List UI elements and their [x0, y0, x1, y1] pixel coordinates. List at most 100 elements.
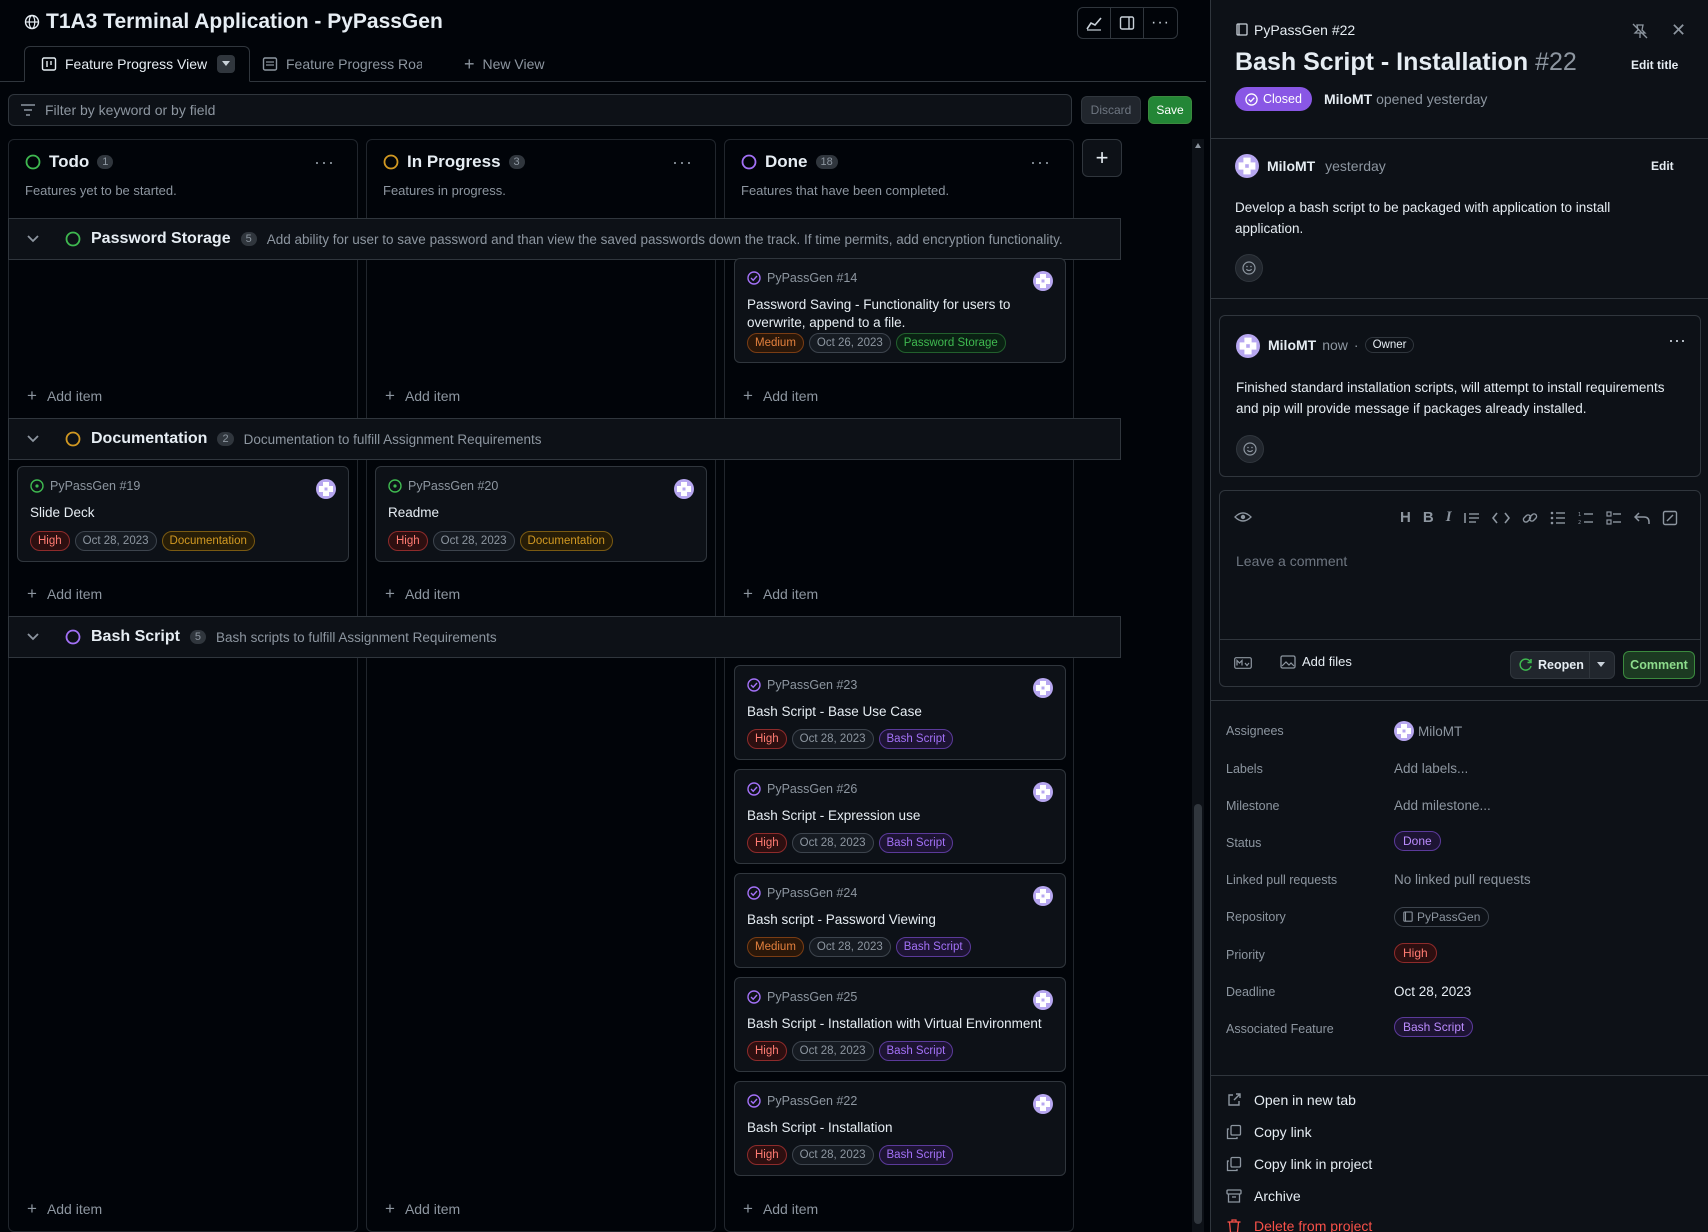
issue-card[interactable]: PyPassGen #24 Bash script - Password Vie…	[734, 873, 1066, 968]
card-title[interactable]: Readme	[388, 504, 692, 522]
priority-value[interactable]: High	[1394, 943, 1437, 963]
chevron-down-icon[interactable]	[27, 235, 39, 243]
card-ref[interactable]: PyPassGen #14	[747, 271, 857, 285]
board-scrollbar[interactable]	[1192, 139, 1204, 1232]
issue-card[interactable]: PyPassGen #26 Bash Script - Expression u…	[734, 769, 1066, 864]
milestone-value[interactable]: Add milestone...	[1394, 798, 1491, 813]
preview-eye-icon[interactable]	[1234, 511, 1252, 523]
add-item-button[interactable]: + Add item	[385, 584, 460, 604]
feature-value[interactable]: Bash Script	[1394, 1017, 1474, 1037]
add-item-button[interactable]: + Add item	[27, 386, 102, 406]
comment-button[interactable]: Comment	[1623, 651, 1695, 679]
avatar[interactable]	[1033, 1094, 1053, 1114]
unpin-icon[interactable]	[1631, 22, 1649, 40]
code-icon[interactable]	[1491, 512, 1510, 524]
card-title[interactable]: Bash Script - Expression use	[747, 807, 1051, 825]
comment-author[interactable]: MiloMT	[1267, 158, 1315, 174]
add-item-button[interactable]: + Add item	[385, 1199, 460, 1219]
comment-menu-button[interactable]: ···	[1668, 330, 1686, 351]
card-ref[interactable]: PyPassGen #24	[747, 886, 857, 900]
quote-icon[interactable]	[1463, 511, 1480, 525]
labels-value[interactable]: Add labels...	[1394, 761, 1468, 776]
issue-card[interactable]: PyPassGen #23 Bash Script - Base Use Cas…	[734, 665, 1066, 760]
add-item-button[interactable]: + Add item	[27, 1199, 102, 1219]
task-list-icon[interactable]	[1605, 510, 1622, 525]
avatar[interactable]	[1033, 271, 1053, 291]
avatar[interactable]	[316, 479, 336, 499]
more-options-button[interactable]: ···	[1144, 8, 1177, 38]
link-icon[interactable]	[1522, 510, 1538, 526]
avatar[interactable]	[674, 479, 694, 499]
column-menu-button[interactable]: ···	[1030, 152, 1051, 173]
markdown-icon[interactable]	[1234, 657, 1252, 669]
fullscreen-icon[interactable]	[1662, 510, 1678, 526]
chevron-down-icon[interactable]	[27, 633, 39, 641]
author-link[interactable]: MiloMT	[1324, 91, 1372, 107]
status-value[interactable]: Done	[1394, 831, 1441, 851]
insights-button[interactable]	[1078, 8, 1111, 38]
new-view-button[interactable]: + New View	[464, 46, 545, 82]
card-title[interactable]: Bash Script - Base Use Case	[747, 703, 1051, 721]
close-icon[interactable]: ✕	[1671, 20, 1686, 41]
deadline-value[interactable]: Oct 28, 2023	[1394, 984, 1471, 999]
heading-icon[interactable]: H	[1400, 509, 1411, 526]
chevron-down-icon[interactable]	[27, 435, 39, 443]
filter-input[interactable]: Filter by keyword or by field	[8, 94, 1072, 126]
add-item-button[interactable]: + Add item	[27, 584, 102, 604]
add-item-button[interactable]: + Add item	[743, 386, 818, 406]
triangle-down-icon[interactable]	[1597, 662, 1605, 668]
comment-textarea[interactable]: Leave a comment	[1236, 553, 1347, 569]
avatar[interactable]	[1033, 782, 1053, 802]
add-reaction-button[interactable]	[1236, 435, 1264, 463]
scroll-up-icon[interactable]	[1195, 143, 1201, 148]
copy-link-button[interactable]: Copy link	[1226, 1124, 1312, 1140]
discard-button[interactable]: Discard	[1081, 96, 1141, 124]
card-ref[interactable]: PyPassGen #22	[747, 1094, 857, 1108]
issue-card[interactable]: PyPassGen #25 Bash Script - Installation…	[734, 977, 1066, 1072]
archive-button[interactable]: Archive	[1226, 1188, 1301, 1204]
add-item-button[interactable]: + Add item	[743, 1199, 818, 1219]
view-options-dropdown[interactable]	[217, 55, 235, 73]
tab-feature-progress-roadmap[interactable]: Feature Progress Road	[262, 46, 422, 82]
group-header-documentation[interactable]: Documentation 2 Documentation to fulfill…	[8, 418, 1121, 460]
scroll-thumb[interactable]	[1194, 804, 1202, 1224]
add-item-button[interactable]: + Add item	[743, 584, 818, 604]
open-in-new-tab-button[interactable]: Open in new tab	[1226, 1092, 1356, 1108]
column-menu-button[interactable]: ···	[672, 152, 693, 173]
card-ref[interactable]: PyPassGen #20	[388, 479, 498, 493]
column-menu-button[interactable]: ···	[314, 152, 335, 173]
issue-card[interactable]: PyPassGen #19 Slide Deck High Oct 28, 20…	[17, 466, 349, 562]
copy-link-in-project-button[interactable]: Copy link in project	[1226, 1156, 1372, 1172]
comment-avatar[interactable]	[1236, 334, 1260, 358]
card-title[interactable]: Slide Deck	[30, 504, 334, 522]
reopen-button[interactable]: Reopen	[1510, 651, 1615, 679]
issue-card[interactable]: PyPassGen #22 Bash Script - Installation…	[734, 1081, 1066, 1176]
comment-avatar[interactable]	[1235, 154, 1259, 178]
assignees-value[interactable]: MiloMT	[1394, 721, 1462, 741]
panel-repo-ref[interactable]: PyPassGen #22	[1236, 22, 1355, 38]
card-title[interactable]: Bash Script - Installation	[747, 1119, 1051, 1137]
tab-feature-progress-view[interactable]: Feature Progress View	[24, 46, 250, 82]
comment-author[interactable]: MiloMT	[1268, 337, 1316, 353]
bold-icon[interactable]: B	[1423, 509, 1434, 526]
add-files-button[interactable]: Add files	[1280, 654, 1352, 669]
card-ref[interactable]: PyPassGen #23	[747, 678, 857, 692]
add-column-button[interactable]: +	[1082, 139, 1122, 177]
avatar[interactable]	[1033, 886, 1053, 906]
avatar[interactable]	[1033, 678, 1053, 698]
italic-icon[interactable]: I	[1446, 509, 1452, 526]
add-item-button[interactable]: + Add item	[385, 386, 460, 406]
save-button[interactable]: Save	[1148, 96, 1192, 124]
card-ref[interactable]: PyPassGen #19	[30, 479, 140, 493]
card-title[interactable]: Bash script - Password Viewing	[747, 911, 1051, 929]
issue-card[interactable]: PyPassGen #20 Readme High Oct 28, 2023 D…	[375, 466, 707, 562]
undo-reply-icon[interactable]	[1633, 511, 1650, 525]
card-title[interactable]: Bash Script - Installation with Virtual …	[747, 1015, 1051, 1033]
add-reaction-button[interactable]	[1235, 254, 1263, 282]
issue-card[interactable]: PyPassGen #14 Password Saving - Function…	[734, 258, 1066, 363]
card-ref[interactable]: PyPassGen #25	[747, 990, 857, 1004]
avatar[interactable]	[1033, 990, 1053, 1010]
group-header-password-storage[interactable]: Password Storage 5 Add ability for user …	[8, 218, 1121, 260]
bullet-list-icon[interactable]	[1550, 511, 1566, 525]
repository-value[interactable]: PyPassGen	[1394, 907, 1490, 927]
